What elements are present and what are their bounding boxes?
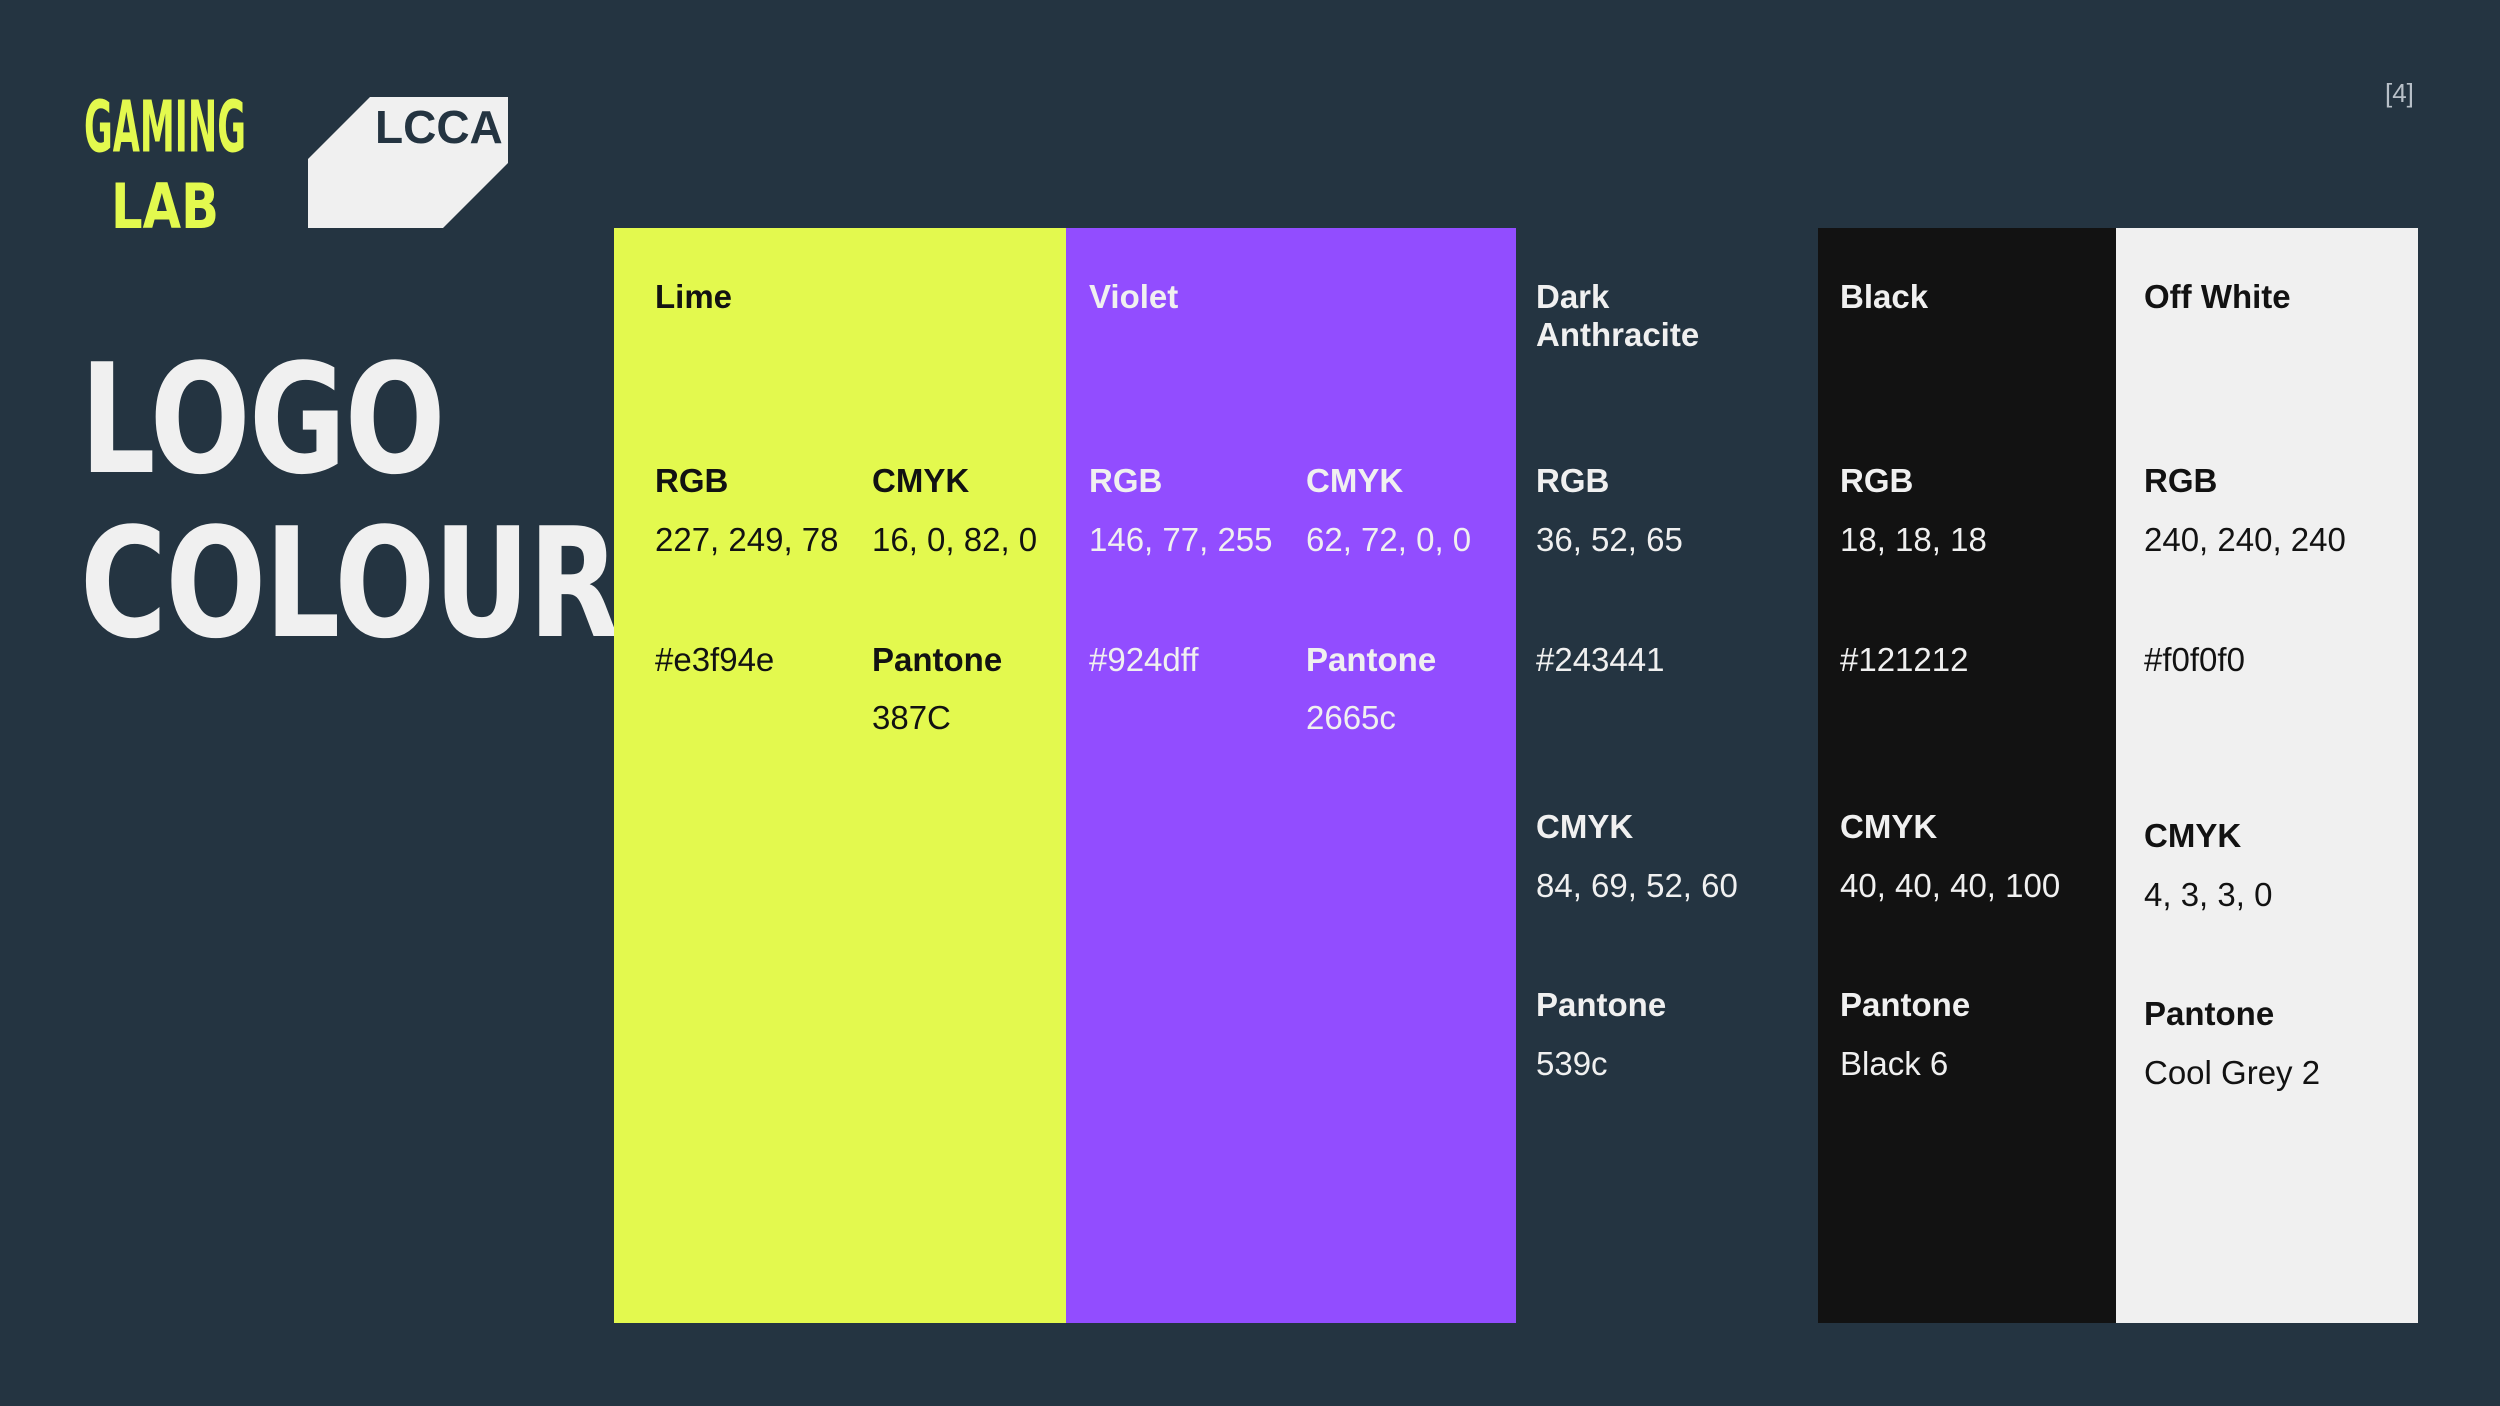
cmyk-value: 4, 3, 3, 0 (2144, 876, 2273, 913)
title-line-1: LOGO (80, 331, 446, 508)
swatch-lime: Lime RGB 227, 249, 78 CMYK 16, 0, 82, 0 … (614, 228, 1066, 1323)
swatch-name: Off White (2144, 278, 2291, 315)
pantone-value: 2665c (1306, 699, 1396, 736)
gaming-lab-logo-line1: GAMING (84, 85, 246, 168)
rgb-label: RGB (1536, 462, 1610, 499)
pantone-value: Cool Grey 2 (2144, 1054, 2321, 1091)
rgb-label: RGB (1840, 462, 1914, 499)
cmyk-label: CMYK (1840, 808, 1938, 845)
gaming-lab-logo: GAMING LAB (84, 85, 246, 232)
swatch-name: Black (1840, 278, 1929, 315)
cmyk-value: 62, 72, 0, 0 (1306, 521, 1472, 558)
swatch-name: Dark Anthracite (1536, 278, 1700, 353)
rgb-value: 146, 77, 255 (1089, 521, 1273, 558)
rgb-value: 18, 18, 18 (1840, 521, 1987, 558)
pantone-label: Pantone (1536, 986, 1667, 1023)
swatch-black: Black RGB 18, 18, 18 #121212 CMYK 40, 40… (1818, 228, 2116, 1323)
hex-value: #243441 (1536, 641, 1665, 678)
pantone-label: Pantone (872, 641, 1003, 678)
page-number: [4] (2385, 78, 2414, 108)
hex-value: #f0f0f0 (2144, 641, 2245, 678)
rgb-label: RGB (655, 462, 729, 499)
gaming-lab-logo-line2: LAB (111, 170, 219, 232)
cmyk-label: CMYK (1306, 462, 1404, 499)
rgb-label: RGB (2144, 462, 2218, 499)
pantone-value: 539c (1536, 1045, 1608, 1082)
cmyk-label: CMYK (2144, 817, 2242, 854)
hex-value: #924dff (1089, 641, 1199, 678)
page-title: LOGO COLOURS (80, 331, 704, 672)
lcca-logo-text: LCCA (375, 101, 503, 153)
rgb-value: 36, 52, 65 (1536, 521, 1683, 558)
pantone-value: Black 6 (1840, 1045, 1949, 1082)
pantone-label: Pantone (1306, 641, 1437, 678)
cmyk-label: CMYK (872, 462, 970, 499)
title-line-2: COLOURS (80, 495, 704, 672)
swatch-dark-anthracite: Dark Anthracite RGB 36, 52, 65 #243441 C… (1516, 228, 1818, 1323)
pantone-value: 387C (872, 699, 951, 736)
hex-value: #e3f94e (655, 641, 775, 678)
pantone-label: Pantone (1840, 986, 1971, 1023)
swatch-violet: Violet RGB 146, 77, 255 CMYK 62, 72, 0, … (1066, 228, 1516, 1323)
rgb-label: RGB (1089, 462, 1163, 499)
hex-value: #121212 (1840, 641, 1969, 678)
cmyk-value: 16, 0, 82, 0 (872, 521, 1038, 558)
swatch-name: Lime (655, 278, 733, 315)
swatch-name: Violet (1089, 278, 1179, 315)
rgb-value: 227, 249, 78 (655, 521, 839, 558)
pantone-label: Pantone (2144, 995, 2275, 1032)
cmyk-label: CMYK (1536, 808, 1634, 845)
cmyk-value: 84, 69, 52, 60 (1536, 867, 1738, 904)
rgb-value: 240, 240, 240 (2144, 521, 2346, 558)
swatch-off-white: Off White RGB 240, 240, 240 #f0f0f0 CMYK… (2116, 228, 2418, 1323)
cmyk-value: 40, 40, 40, 100 (1840, 867, 2061, 904)
